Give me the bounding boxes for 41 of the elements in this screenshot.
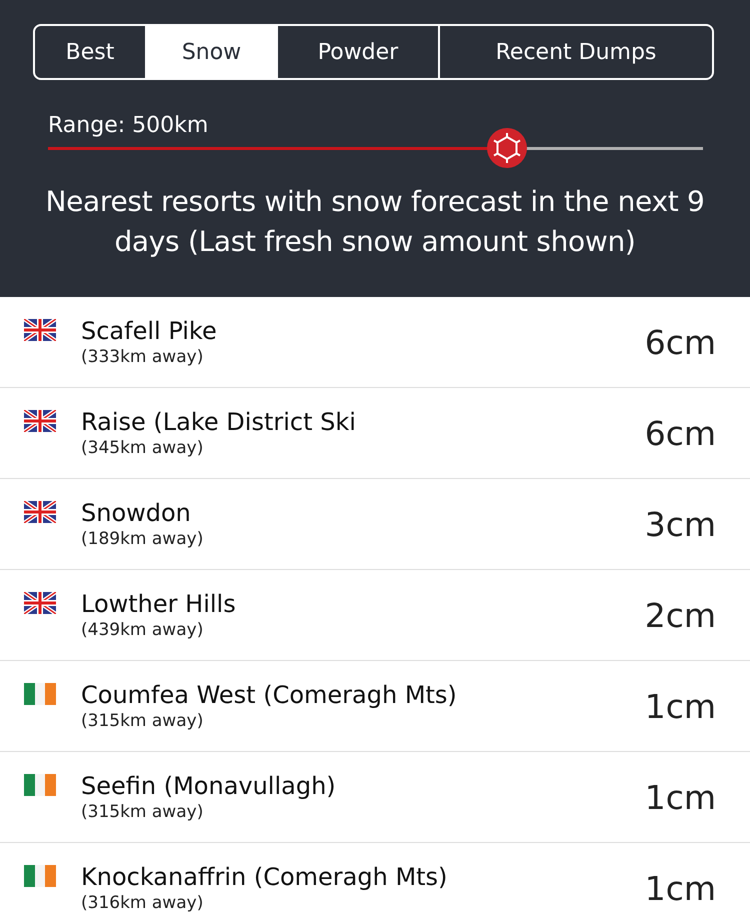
resort-name: Snowdon <box>81 499 192 527</box>
resort-name: Knockanaffrin (Comeragh Mts) <box>81 863 448 891</box>
flag-icon <box>24 319 56 341</box>
description-text: Nearest resorts with snow forecast in the next 9 days (Last fresh snow amount shown) <box>44 184 706 260</box>
resort-name: Raise (Lake District Ski <box>81 408 357 436</box>
flag-icon <box>24 501 56 523</box>
resort-row[interactable]: Raise (Lake District Ski (345km away) 6cm <box>0 388 750 479</box>
snow-amount: 1cm <box>644 687 716 726</box>
flag-icon <box>24 683 56 705</box>
resort-name: Coumfea West (Comeragh Mts) <box>81 681 458 709</box>
resort-distance: (316km away) <box>81 893 204 913</box>
resort-row[interactable]: Coumfea West (Comeragh Mts) (315km away) 1cm <box>0 661 750 752</box>
flag-icon <box>24 774 56 796</box>
flag-icon <box>24 410 56 432</box>
resort-row[interactable]: Seefin (Monavullagh) (315km away) 1cm <box>0 752 750 843</box>
snow-amount: 6cm <box>644 323 716 362</box>
tab[interactable]: Snow <box>147 26 278 78</box>
resort-row[interactable]: Scafell Pike (333km away) 6cm <box>0 297 750 388</box>
resort-name: Lowther Hills <box>81 590 237 618</box>
resort-distance: (315km away) <box>81 802 204 822</box>
flag-icon <box>24 592 56 614</box>
tab[interactable]: Recent Dumps <box>440 26 712 78</box>
flag-icon <box>24 865 56 887</box>
resort-distance: (345km away) <box>81 438 204 458</box>
snow-amount: 1cm <box>644 869 716 908</box>
snow-amount: 1cm <box>644 778 716 817</box>
resort-row[interactable]: Snowdon (189km away) 3cm <box>0 479 750 570</box>
snow-amount: 2cm <box>644 596 716 635</box>
snow-amount: 6cm <box>644 414 716 453</box>
resort-distance: (439km away) <box>81 620 204 640</box>
range-label: Range: 500km <box>48 113 210 140</box>
resort-row[interactable]: Lowther Hills (439km away) 2cm <box>0 570 750 661</box>
resort-distance: (333km away) <box>81 347 204 367</box>
tab[interactable]: Powder <box>278 26 440 78</box>
snowflake-thumb-icon[interactable] <box>486 128 526 168</box>
resort-name: Seefin (Monavullagh) <box>81 772 337 800</box>
snow-amount: 3cm <box>644 505 716 544</box>
resort-row[interactable]: Knockanaffrin (Comeragh Mts) (316km away) 1cm <box>0 843 750 920</box>
resort-name: Scafell Pike <box>81 317 218 345</box>
resort-distance: (189km away) <box>81 529 204 549</box>
resort-distance: (315km away) <box>81 711 204 731</box>
